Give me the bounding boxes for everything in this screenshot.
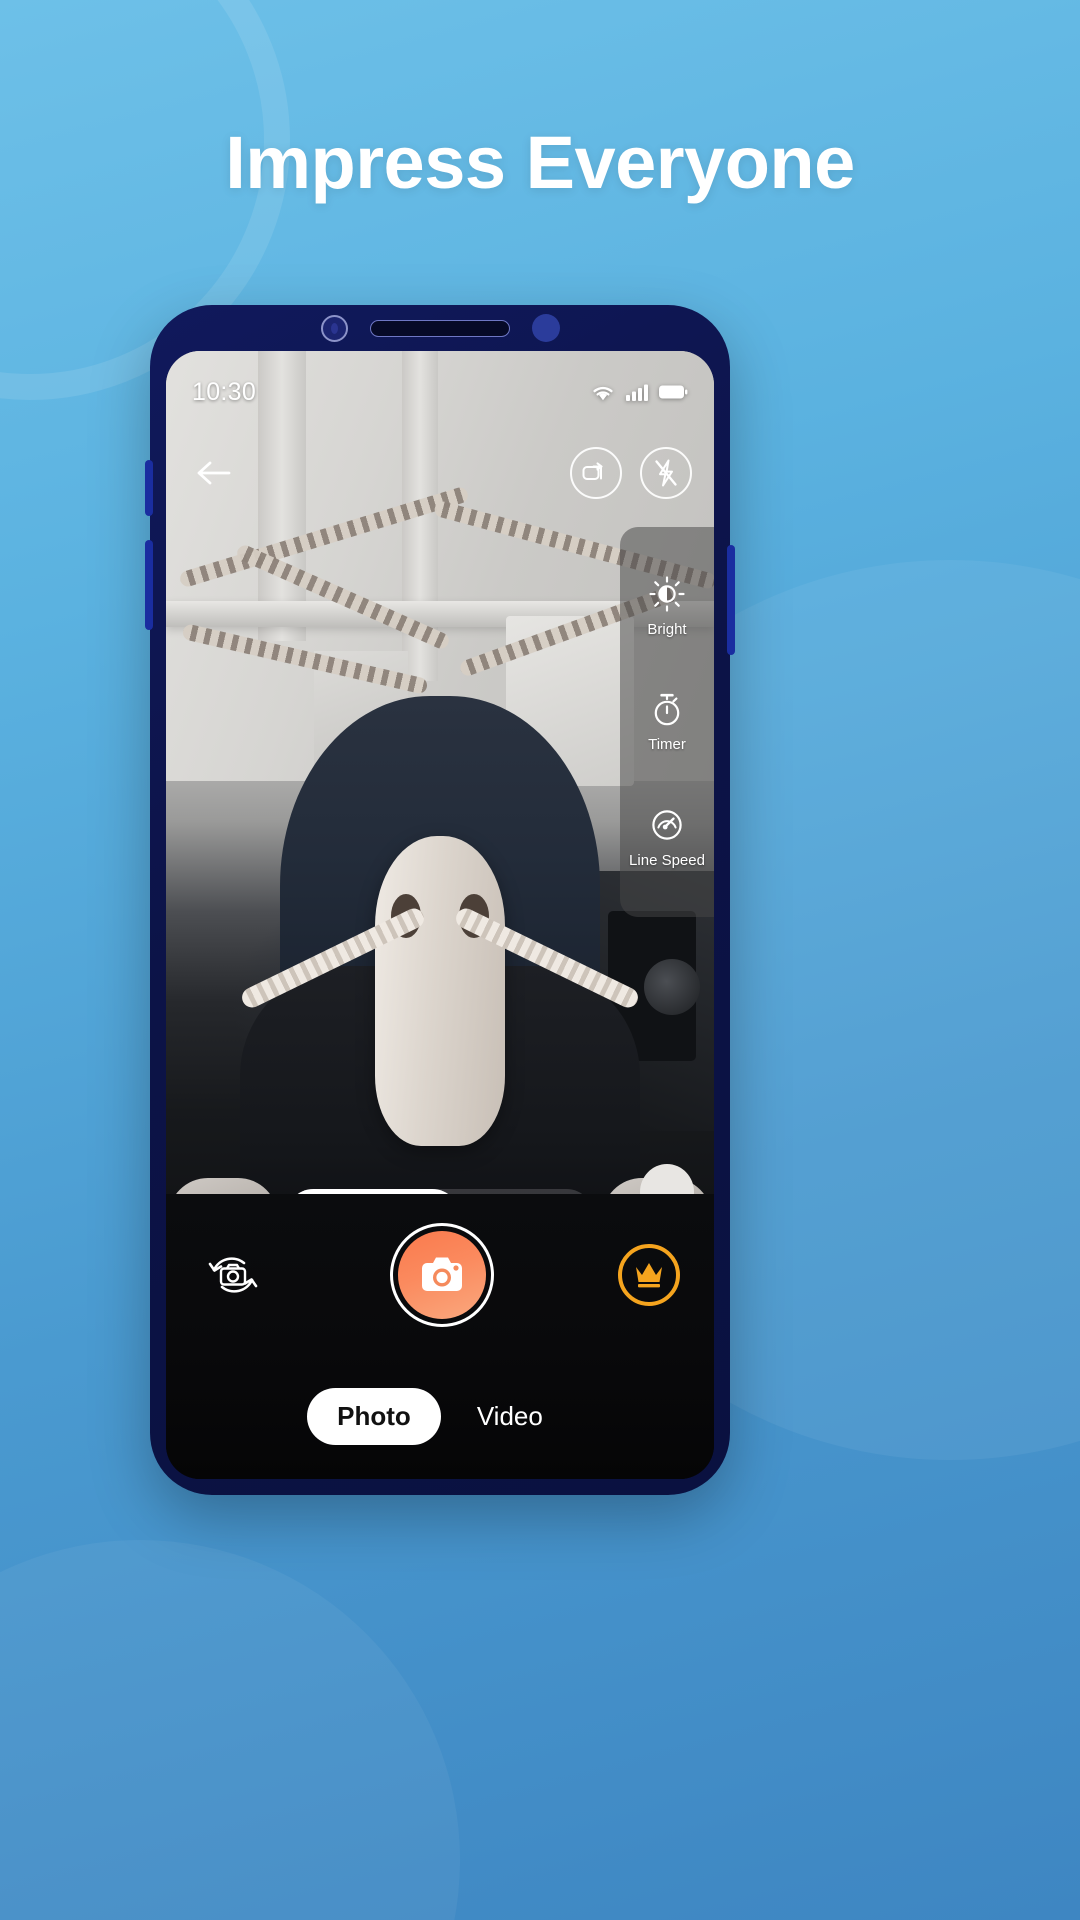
battery-icon — [659, 385, 688, 399]
ar-skull-mask — [238, 836, 642, 1146]
camera-action-row — [166, 1220, 714, 1330]
side-panel-item-line-speed[interactable]: Line Speed — [629, 806, 705, 869]
side-panel-label: Bright — [647, 621, 687, 639]
decorative-circle-bottom-left — [0, 1540, 460, 1920]
crown-icon — [636, 1263, 662, 1288]
status-bar-time: 10:30 — [192, 377, 257, 406]
status-bar: 10:30 — [166, 375, 714, 409]
side-panel-item-bright[interactable]: Bright — [647, 575, 687, 639]
phone-mockup: IS TO EINAT — [145, 305, 735, 1495]
camera-bottom-bar: Photo Video — [166, 1194, 714, 1479]
front-camera-lens-icon — [320, 314, 348, 342]
speedometer-icon — [652, 810, 682, 840]
aspect-ratio-icon[interactable] — [570, 447, 622, 499]
tab-photo[interactable]: Photo — [307, 1388, 441, 1445]
side-panel-item-timer[interactable]: Timer — [648, 690, 686, 753]
camera-shutter-icon — [398, 1231, 486, 1319]
wifi-icon — [593, 386, 613, 401]
earpiece-speaker-icon — [369, 319, 510, 337]
flash-off-icon[interactable] — [640, 447, 692, 499]
back-arrow-icon[interactable] — [188, 447, 240, 499]
switch-camera-icon[interactable] — [200, 1242, 266, 1308]
phone-volume-up-button — [145, 460, 153, 516]
side-panel-label: Timer — [648, 736, 686, 754]
promo-headline: Impress Everyone — [225, 121, 855, 204]
camera-settings-panel: Bright Timer Line Speed — [620, 527, 714, 917]
status-bar-icons — [590, 382, 688, 402]
viewfinder-person: IS TO EINAT — [168, 696, 712, 1256]
cellular-signal-icon — [626, 384, 648, 401]
proximity-sensor-icon — [531, 314, 560, 342]
premium-crown-button[interactable] — [618, 1244, 680, 1306]
camera-top-controls — [166, 443, 714, 503]
brightness-icon — [649, 576, 685, 612]
timer-stopwatch-icon — [654, 694, 680, 726]
phone-screen: IS TO EINAT — [166, 351, 714, 1479]
camera-shutter-button[interactable] — [390, 1223, 494, 1327]
phone-notch — [150, 305, 730, 351]
camera-top-right-controls — [570, 447, 692, 499]
capture-mode-tabs: Photo Video — [166, 1388, 714, 1445]
tab-video[interactable]: Video — [447, 1388, 573, 1445]
phone-volume-down-button — [145, 540, 153, 630]
side-panel-label: Line Speed — [629, 851, 705, 869]
phone-power-button — [727, 545, 735, 655]
